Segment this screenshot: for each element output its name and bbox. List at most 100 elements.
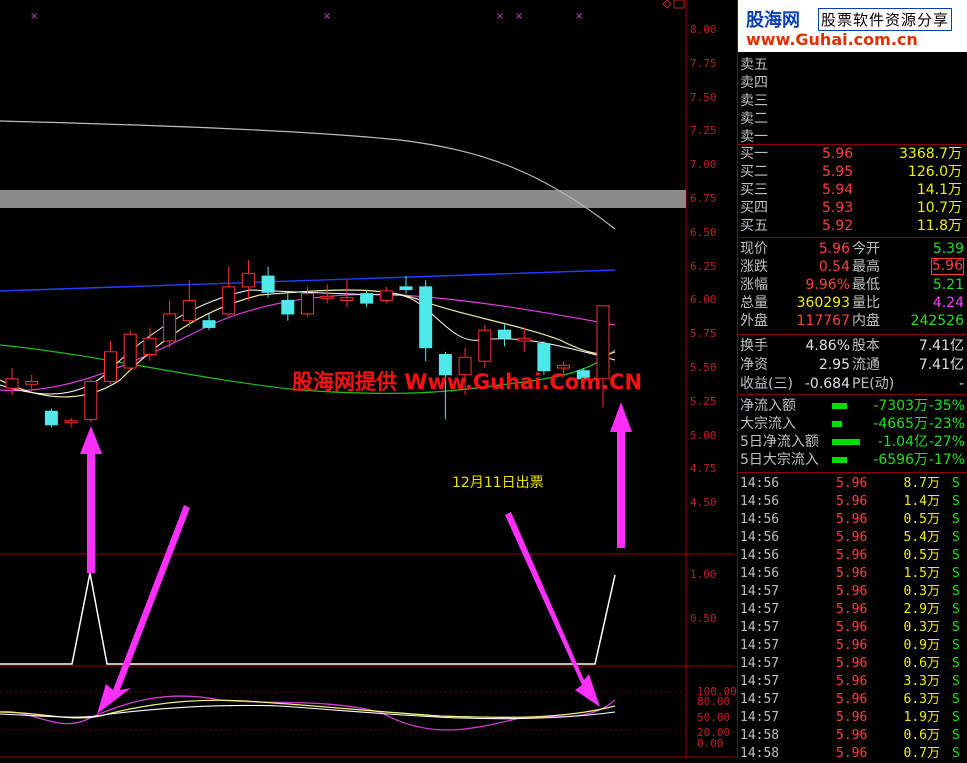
tick-direction: S — [952, 548, 960, 563]
quote-value: 242526 — [910, 313, 964, 329]
quote-value: 5.21 — [932, 277, 964, 293]
flow-value: -1.04亿 — [877, 434, 928, 450]
tick-time: 14:57 — [740, 692, 780, 707]
ask-label: 卖二 — [740, 111, 768, 127]
tick-row[interactable]: 14:57 5.96 6.3万 S — [738, 691, 967, 709]
bid-volume: 3368.7万 — [899, 146, 962, 162]
fundamental-label: 股本 — [852, 338, 880, 354]
tick-direction: S — [952, 530, 960, 545]
price-tick-label: 6.50 — [690, 225, 717, 239]
quote-label: 外盘 — [740, 313, 768, 329]
tick-time: 14:57 — [740, 584, 780, 599]
fundamental-label: 换手 — [740, 338, 768, 354]
flow-percent: -35% — [928, 398, 965, 414]
tick-price: 5.96 — [836, 494, 868, 509]
tick-volume: 5.4万 — [903, 530, 940, 545]
price-tick-label: 4.75 — [690, 462, 717, 476]
bid-volume: 126.0万 — [907, 164, 962, 180]
tick-row[interactable]: 14:56 5.96 1.4万 S — [738, 493, 967, 511]
quote-row: 涨幅 9.96% 最低 5.21 — [738, 276, 967, 294]
tick-volume: 0.3万 — [903, 620, 940, 635]
tick-row[interactable]: 14:56 5.96 8.7万 S — [738, 475, 967, 493]
candle-body — [202, 320, 216, 328]
flow-value: -6596万 — [873, 452, 928, 468]
flow-bar — [832, 457, 847, 463]
flow-row: 大宗流入 -4665万 -23% — [738, 415, 967, 433]
flow-row: 5日净流入额 -1.04亿 -27% — [738, 433, 967, 451]
tick-row[interactable]: 14:56 5.96 0.5万 S — [738, 547, 967, 565]
svg-text:×: × — [30, 11, 38, 22]
tick-volume: 1.9万 — [903, 710, 940, 725]
tick-direction: S — [952, 494, 960, 509]
tick-direction: S — [952, 476, 960, 491]
svg-text:×: × — [496, 11, 504, 22]
tick-price: 5.96 — [836, 620, 868, 635]
flow-bar — [832, 403, 847, 409]
tick-direction: S — [952, 728, 960, 743]
tick-price: 5.96 — [836, 710, 868, 725]
fundamental-row: 收益(三) -0.684 PE(动) - — [738, 375, 967, 393]
flow-percent: -17% — [928, 452, 965, 468]
svg-text:×: × — [575, 11, 583, 22]
flow-row: 5日大宗流入 -6596万 -17% — [738, 451, 967, 469]
tick-time: 14:57 — [740, 620, 780, 635]
tick-row[interactable]: 14:56 5.96 5.4万 S — [738, 529, 967, 547]
tick-row[interactable]: 14:58 5.96 0.6万 S — [738, 727, 967, 745]
tick-volume: 8.7万 — [903, 476, 940, 491]
tick-row[interactable]: 14:57 5.96 1.9万 S — [738, 709, 967, 727]
tick-row[interactable]: 14:58 5.96 0.7万 S — [738, 745, 967, 763]
bid-row: 买二 5.95 126.0万 — [738, 163, 967, 181]
fundamental-label: PE(动) — [852, 376, 895, 392]
candle-body — [44, 410, 58, 426]
flow-bar — [832, 421, 842, 427]
fundamental-label: 收益(三) — [740, 376, 793, 392]
candle-body — [419, 286, 433, 349]
svg-text:×: × — [515, 11, 523, 22]
tick-direction: S — [952, 566, 960, 581]
logo-banner[interactable]: 股海网 股票软件资源分享 www.Guhai.com.cn — [738, 0, 967, 52]
separator — [738, 394, 967, 395]
quote-value: 5.96 — [818, 241, 850, 257]
tick-row[interactable]: 14:57 5.96 0.9万 S — [738, 637, 967, 655]
tick-volume: 0.5万 — [903, 548, 940, 563]
ask-label: 卖四 — [740, 75, 768, 91]
tick-direction: S — [952, 656, 960, 671]
separator — [738, 334, 967, 335]
chart-area[interactable]: × × × × × 股海网提供 Www.Guhai.Com.CN 12月11日出票 — [0, 0, 737, 759]
logo-tagline: 股票软件资源分享 — [818, 8, 953, 31]
tick-row[interactable]: 14:57 5.96 0.6万 S — [738, 655, 967, 673]
fundamental-value: -0.684 — [804, 376, 850, 392]
flow-row: 净流入额 -7303万 -35% — [738, 397, 967, 415]
tick-volume: 0.6万 — [903, 656, 940, 671]
quote-value: 4.24 — [932, 295, 964, 311]
tick-row[interactable]: 14:56 5.96 0.5万 S — [738, 511, 967, 529]
quote-panel: 股海网 股票软件资源分享 www.Guhai.com.cn 卖五 卖四 卖三 卖二 卖一… — [737, 0, 967, 761]
quote-value: 5.96 — [930, 258, 964, 275]
tick-row[interactable]: 14:57 5.96 0.3万 S — [738, 583, 967, 601]
tick-row[interactable]: 14:57 5.96 0.3万 S — [738, 619, 967, 637]
bid-price: 5.96 — [822, 146, 854, 162]
tick-direction: S — [952, 710, 960, 725]
candle-body — [182, 299, 196, 322]
price-tick-label: 5.25 — [690, 394, 717, 408]
tick-volume: 1.5万 — [903, 566, 940, 581]
flow-label: 5日大宗流入 — [740, 452, 819, 468]
quote-label: 量比 — [852, 295, 880, 311]
bid-price: 5.95 — [822, 164, 854, 180]
osc-tick-label: 50.00 — [697, 711, 731, 724]
tick-price: 5.96 — [836, 656, 868, 671]
tick-price: 5.96 — [836, 674, 868, 689]
tick-row[interactable]: 14:57 5.96 2.9万 S — [738, 601, 967, 619]
candlestick-series — [5, 259, 610, 428]
tick-row[interactable]: 14:56 5.96 1.5万 S — [738, 565, 967, 583]
bid-row: 买三 5.94 14.1万 — [738, 181, 967, 199]
osc-tick-label: 0.00 — [697, 737, 724, 750]
tick-time: 14:57 — [740, 638, 780, 653]
tick-row[interactable]: 14:57 5.96 3.3万 S — [738, 673, 967, 691]
tick-time: 14:57 — [740, 602, 780, 617]
tick-time: 14:58 — [740, 746, 780, 761]
price-tick-label: 5.00 — [690, 428, 717, 442]
tick-direction: S — [952, 638, 960, 653]
bid-label: 买五 — [740, 218, 768, 234]
price-tick-label: 6.25 — [690, 259, 717, 273]
